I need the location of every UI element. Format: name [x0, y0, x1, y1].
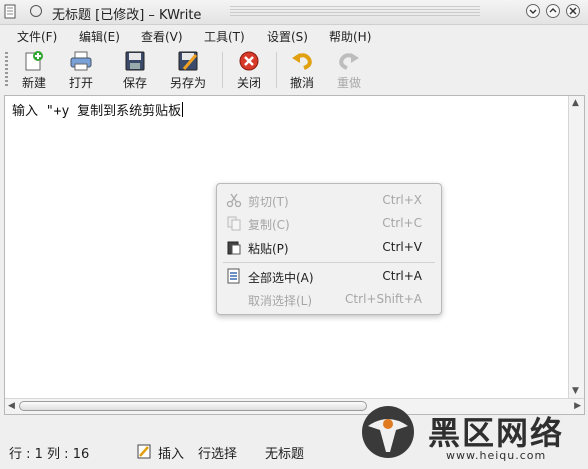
context-cut[interactable]: 剪切(T) Ctrl+X	[217, 189, 441, 211]
vertical-scrollbar[interactable]: ▲ ▼	[568, 96, 584, 399]
new-document-icon	[25, 51, 43, 71]
menu-edit[interactable]: 编辑(E)	[79, 28, 120, 45]
toolbar-separator	[222, 52, 223, 88]
context-deselect-shortcut: Ctrl+Shift+A	[345, 292, 422, 306]
save-as-button-label: 另存为	[169, 76, 206, 90]
open-button-label: 打开	[68, 76, 93, 90]
paste-icon	[227, 241, 241, 255]
text-caret	[182, 102, 184, 117]
redo-icon	[339, 53, 359, 70]
open-printer-icon	[70, 51, 92, 71]
toolbar-grip[interactable]	[5, 52, 8, 88]
editor-text-line: 输入 "+y 复制到系统剪贴板	[12, 104, 182, 119]
scroll-left-icon[interactable]: ◀	[8, 402, 15, 411]
copy-icon	[227, 216, 241, 231]
watermark-text: 黑区网络	[428, 414, 565, 452]
redo-button-label: 重做	[336, 76, 361, 90]
context-menu: 剪切(T) Ctrl+X 复制(C) Ctrl+C 粘贴(P) Ctrl+V 全…	[216, 183, 442, 315]
close-document-button[interactable]: 关闭	[235, 50, 263, 91]
document-name: 无标题	[265, 447, 305, 462]
menu-settings[interactable]: 设置(S)	[267, 28, 308, 45]
undo-icon	[292, 53, 312, 70]
save-as-button[interactable]: 另存为	[169, 50, 207, 91]
edit-pencil-icon	[137, 444, 151, 459]
close-icon	[569, 7, 577, 15]
title-bar-decoration	[230, 6, 480, 18]
select-all-icon	[227, 268, 240, 284]
context-select-all-label: 全部选中(A)	[248, 271, 314, 285]
horizontal-scroll-thumb[interactable]	[19, 401, 367, 411]
menu-help[interactable]: 帮助(H)	[329, 28, 371, 45]
context-paste-shortcut: Ctrl+V	[382, 240, 422, 254]
open-button[interactable]: 打开	[67, 50, 95, 91]
context-cut-shortcut: Ctrl+X	[382, 193, 422, 207]
scroll-down-icon[interactable]: ▼	[572, 387, 579, 396]
kwrite-app-icon[interactable]	[4, 4, 18, 19]
selection-mode[interactable]: 行选择	[198, 443, 237, 462]
scissors-icon	[226, 193, 242, 208]
sticky-button[interactable]	[30, 5, 42, 17]
context-paste-label: 粘贴(P)	[248, 242, 289, 256]
undo-button-label: 撤消	[289, 76, 314, 90]
maximize-button[interactable]	[546, 4, 560, 18]
close-window-button[interactable]	[566, 4, 580, 18]
new-button-label: 新建	[21, 76, 46, 90]
toolbar-separator	[276, 52, 277, 88]
context-copy-shortcut: Ctrl+C	[382, 216, 422, 230]
menu-tools[interactable]: 工具(T)	[204, 28, 245, 45]
editor-content[interactable]: 输入 "+y 复制到系统剪贴板	[12, 100, 184, 119]
save-button-label: 保存	[122, 76, 147, 90]
context-select-all-shortcut: Ctrl+A	[382, 269, 422, 283]
context-copy-label: 复制(C)	[248, 218, 290, 232]
close-red-icon	[239, 51, 259, 71]
watermark-logo-icon	[362, 406, 414, 458]
maximize-icon	[549, 8, 557, 13]
cursor-position: 行 : 1 列 : 16	[9, 447, 90, 462]
menu-view[interactable]: 查看(V)	[141, 28, 183, 45]
input-mode[interactable]: 插入	[158, 443, 184, 462]
save-disk-icon	[125, 51, 145, 71]
context-deselect-label: 取消选择(L)	[248, 294, 313, 308]
main-toolbar: 新建 打开 保存 另存为 关闭 撤消 重做	[0, 46, 588, 94]
save-as-icon	[178, 51, 198, 71]
scroll-right-icon[interactable]: ▶	[574, 402, 581, 411]
redo-button[interactable]: 重做	[335, 50, 363, 91]
scroll-up-icon[interactable]: ▲	[572, 99, 579, 108]
context-deselect[interactable]: 取消选择(L) Ctrl+Shift+A	[217, 288, 441, 310]
save-button[interactable]: 保存	[121, 50, 149, 91]
close-document-button-label: 关闭	[236, 76, 261, 90]
context-paste[interactable]: 粘贴(P) Ctrl+V	[217, 236, 441, 258]
context-copy[interactable]: 复制(C) Ctrl+C	[217, 212, 441, 234]
watermark-url: www.heiqu.com	[446, 449, 547, 462]
minimize-icon	[529, 9, 537, 14]
menu-file[interactable]: 文件(F)	[17, 28, 57, 45]
minimize-button[interactable]	[526, 4, 540, 18]
menu-bar: 文件(F) 编辑(E) 查看(V) 工具(T) 设置(S) 帮助(H)	[0, 25, 588, 46]
title-bar[interactable]: 无标题 [已修改] – KWrite	[0, 0, 588, 25]
undo-button[interactable]: 撤消	[288, 50, 316, 91]
context-menu-separator	[223, 262, 435, 263]
new-button[interactable]: 新建	[20, 50, 48, 91]
context-cut-label: 剪切(T)	[248, 195, 289, 209]
window-title: 无标题 [已修改] – KWrite	[52, 8, 202, 23]
context-select-all[interactable]: 全部选中(A) Ctrl+A	[217, 265, 441, 287]
